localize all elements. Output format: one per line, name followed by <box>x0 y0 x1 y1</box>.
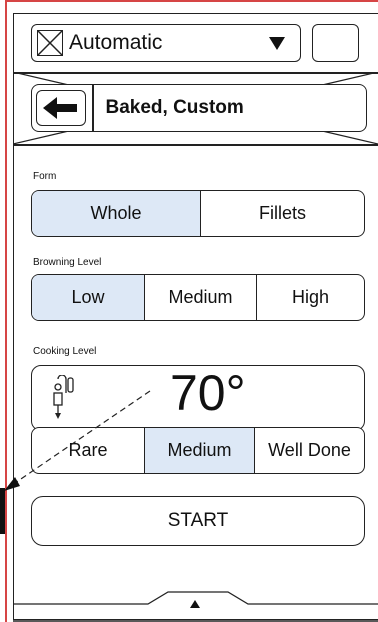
browning-option-medium[interactable]: Medium <box>144 275 256 320</box>
back-arrow-icon <box>43 97 77 119</box>
top-edge-line <box>5 0 378 2</box>
bottom-drawer-handle[interactable] <box>13 588 378 622</box>
form-option-fillets[interactable]: Fillets <box>200 191 364 236</box>
form-option-whole[interactable]: Whole <box>32 191 200 236</box>
title-bar: Baked, Custom <box>31 84 367 132</box>
mode-label: Automatic <box>69 31 163 54</box>
title-separator <box>92 84 94 132</box>
browning-option-high[interactable]: High <box>256 275 364 320</box>
dropdown-arrow-icon <box>269 36 285 50</box>
browning-segmented-control[interactable]: Low Medium High <box>31 274 365 321</box>
form-segmented-control[interactable]: Whole Fillets <box>31 190 365 237</box>
mode-dropdown[interactable]: Automatic <box>31 24 301 62</box>
cooking-option-medium[interactable]: Medium <box>144 428 254 473</box>
left-edge-line <box>5 0 7 622</box>
cooking-option-well-done[interactable]: Well Done <box>254 428 364 473</box>
temperature-value: 70° <box>170 365 246 421</box>
page-title: Baked, Custom <box>105 97 244 118</box>
browning-option-low[interactable]: Low <box>32 275 144 320</box>
cooking-section-label: Cooking Level <box>33 346 97 357</box>
header-extra-button[interactable] <box>312 24 359 62</box>
pointer-line <box>4 390 151 491</box>
title-divider <box>13 144 378 146</box>
form-section-label: Form <box>33 171 57 182</box>
expand-up-icon <box>190 600 200 608</box>
start-button[interactable]: START <box>31 496 365 546</box>
back-button[interactable] <box>36 90 86 126</box>
crossed-box-icon <box>37 30 63 56</box>
browning-section-label: Browning Level <box>33 257 102 268</box>
